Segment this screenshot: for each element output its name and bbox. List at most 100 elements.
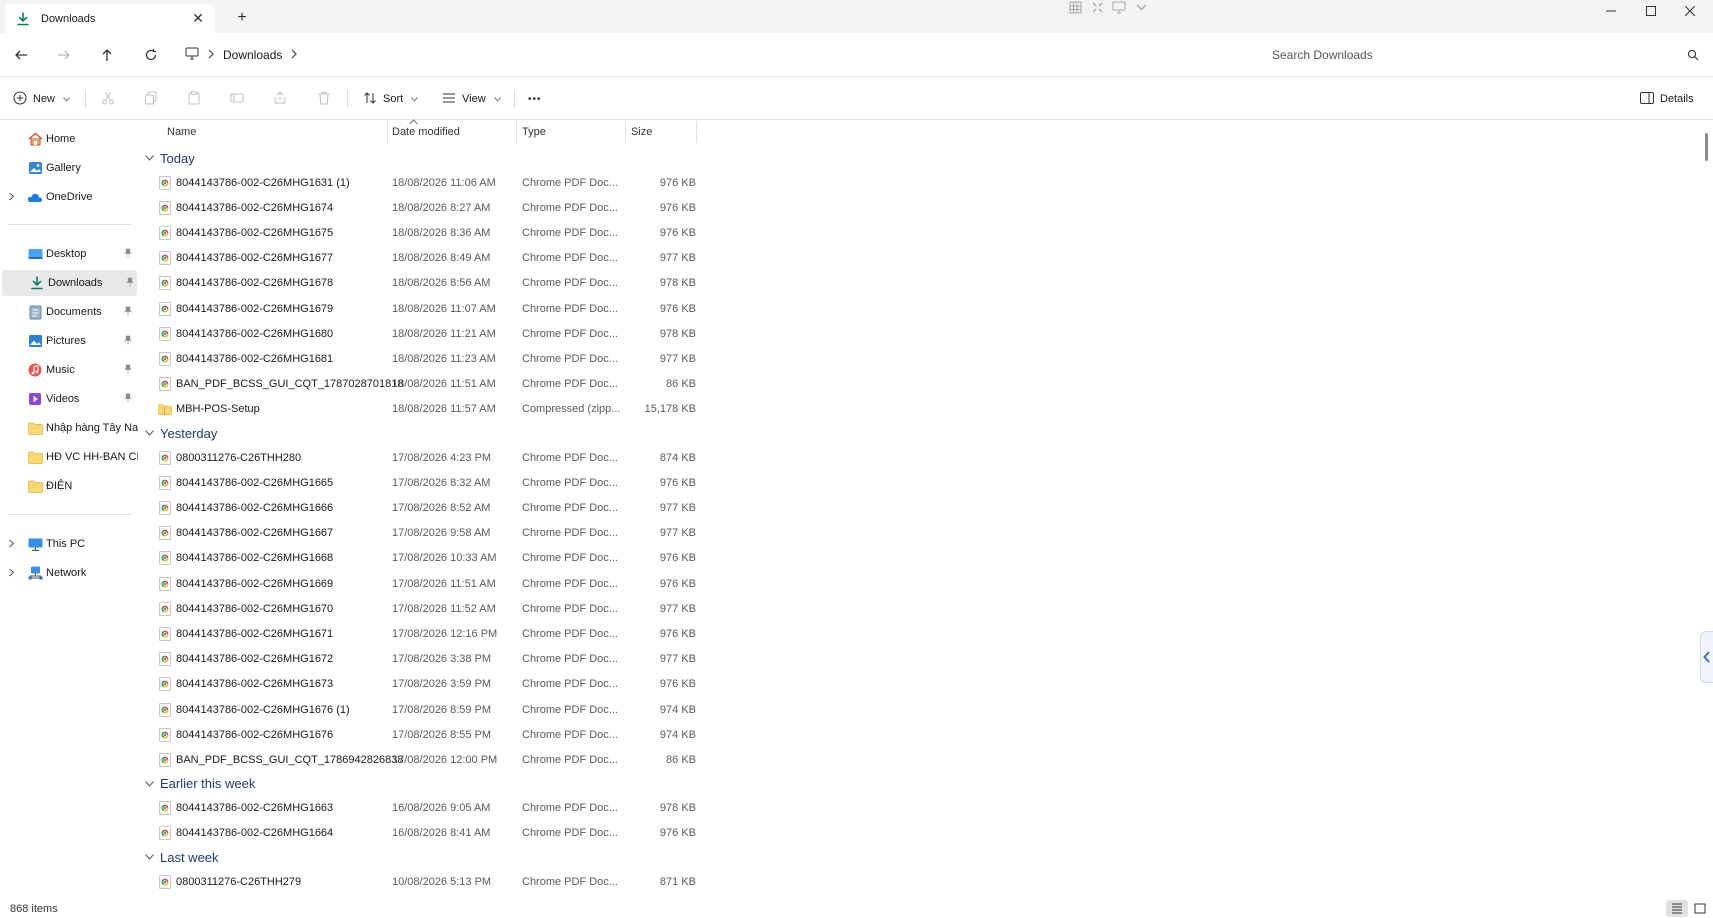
table-row[interactable]: 8044143786-002-C26MHG1663 16/08/2026 9:05… bbox=[141, 796, 701, 821]
table-row[interactable]: 8044143786-002-C26MHG1681 18/08/2026 11:2… bbox=[141, 346, 701, 371]
sidebar-item-network[interactable]: Network bbox=[0, 560, 138, 586]
sort-button[interactable]: Sort bbox=[363, 87, 419, 111]
table-row[interactable]: 8044143786-002-C26MHG1668 17/08/2026 10:3… bbox=[141, 546, 701, 571]
details-view-button[interactable] bbox=[1666, 900, 1688, 917]
table-row[interactable]: 8044143786-002-C26MHG1678 18/08/2026 8:56… bbox=[141, 271, 701, 296]
tiles-view-button[interactable] bbox=[1689, 900, 1711, 917]
sidebar-item-downloads[interactable]: Downloads bbox=[2, 270, 137, 296]
chevron-left-icon[interactable] bbox=[1700, 631, 1713, 683]
table-row[interactable]: 8044143786-002-C26MHG1680 18/08/2026 11:2… bbox=[141, 321, 701, 346]
table-row[interactable]: 8044143786-002-C26MHG1671 17/08/2026 12:1… bbox=[141, 621, 701, 646]
sidebar-item-home[interactable]: Home bbox=[0, 126, 138, 152]
file-size: 874 KB bbox=[659, 451, 696, 464]
new-button[interactable]: New bbox=[13, 87, 70, 111]
table-row[interactable]: 8044143786-002-C26MHG1674 18/08/2026 8:27… bbox=[141, 195, 701, 220]
file-date: 18/08/2026 11:21 AM bbox=[392, 327, 496, 340]
search-input[interactable]: Search Downloads bbox=[1259, 48, 1681, 62]
close-tab-icon[interactable]: ✕ bbox=[187, 8, 209, 30]
sidebar-item-dien[interactable]: ĐIỆN bbox=[0, 473, 138, 499]
chevron-down-icon[interactable] bbox=[1133, 0, 1149, 14]
table-row[interactable]: BAN_PDF_BCSS_GUI_CQT_1786942826838 17/08/… bbox=[141, 747, 701, 772]
table-row[interactable]: BAN_PDF_BCSS_GUI_CQT_1787028701818 18/08/… bbox=[141, 372, 701, 397]
details-pane-button[interactable]: Details bbox=[1640, 87, 1694, 111]
sidebar-item-desktop[interactable]: Desktop bbox=[0, 241, 138, 267]
desktop-folder-icon bbox=[27, 246, 43, 262]
refresh-button[interactable] bbox=[139, 43, 163, 67]
close-window-button[interactable] bbox=[1667, 0, 1713, 22]
table-row[interactable]: 8044143786-002-C26MHG1672 17/08/2026 3:38… bbox=[141, 647, 701, 672]
chevron-right-icon[interactable] bbox=[8, 539, 15, 550]
back-button[interactable] bbox=[9, 43, 33, 67]
monitor-icon[interactable] bbox=[1111, 0, 1127, 14]
file-type: Chrome PDF Doc... bbox=[522, 201, 618, 214]
chevron-right-icon[interactable] bbox=[8, 568, 15, 579]
breadcrumb-separator-icon[interactable] bbox=[290, 48, 298, 62]
sidebar-item-pictures[interactable]: Pictures bbox=[0, 328, 138, 354]
table-row[interactable]: 0800311276-C26THH279 10/08/2026 5:13 PM Ch… bbox=[141, 869, 701, 894]
share-button[interactable] bbox=[273, 87, 287, 111]
group-header-yesterday[interactable]: Yesterday bbox=[145, 422, 217, 444]
breadcrumb-item[interactable]: Downloads bbox=[223, 48, 282, 62]
sidebar-item-nhap-hang-tay-nam[interactable]: Nhập hàng Tây Nam bbox=[0, 415, 138, 441]
file-size: 978 KB bbox=[659, 327, 696, 340]
column-header-size[interactable]: Size bbox=[625, 121, 695, 143]
table-row[interactable]: 8044143786-002-C26MHG1667 17/08/2026 9:58… bbox=[141, 521, 701, 546]
delete-button[interactable] bbox=[317, 87, 331, 111]
collapse-icon[interactable] bbox=[1089, 0, 1105, 14]
paste-button[interactable] bbox=[187, 87, 201, 111]
file-date: 17/08/2026 9:58 AM bbox=[392, 527, 491, 540]
table-row[interactable]: MBH-POS-Setup 18/08/2026 11:57 AM Compress… bbox=[141, 397, 701, 422]
file-size: 976 KB bbox=[659, 577, 696, 590]
chevron-right-icon[interactable] bbox=[8, 192, 15, 203]
breadcrumb-separator-icon[interactable] bbox=[207, 48, 215, 62]
file-date: 17/08/2026 11:51 AM bbox=[392, 577, 496, 590]
column-header-name[interactable]: Name bbox=[161, 121, 371, 143]
table-row[interactable]: 8044143786-002-C26MHG1631 (1) 18/08/2026 … bbox=[141, 170, 701, 195]
group-header-today[interactable]: Today bbox=[145, 147, 195, 169]
table-row[interactable]: 8044143786-002-C26MHG1677 18/08/2026 8:49… bbox=[141, 246, 701, 271]
table-row[interactable]: 8044143786-002-C26MHG1675 18/08/2026 8:36… bbox=[141, 220, 701, 245]
table-row[interactable]: 8044143786-002-C26MHG1664 16/08/2026 8:41… bbox=[141, 821, 701, 846]
table-row[interactable]: 0800311276-C26THH280 17/08/2026 4:23 PM Ch… bbox=[141, 445, 701, 470]
grid-icon[interactable] bbox=[1067, 0, 1083, 14]
more-options-button[interactable]: ••• bbox=[528, 87, 542, 111]
sidebar-item-documents[interactable]: Documents bbox=[0, 299, 138, 325]
new-tab-button[interactable]: + bbox=[232, 8, 252, 28]
column-header-type[interactable]: Type bbox=[516, 121, 616, 143]
copy-icon bbox=[144, 91, 158, 108]
file-size: 978 KB bbox=[659, 802, 696, 815]
cut-button[interactable] bbox=[101, 87, 115, 111]
table-row[interactable]: 8044143786-002-C26MHG1679 18/08/2026 11:0… bbox=[141, 296, 701, 321]
column-header-date[interactable]: Date modified bbox=[386, 121, 506, 143]
sidebar-item-onedrive[interactable]: OneDrive bbox=[0, 184, 138, 210]
table-row[interactable]: 8044143786-002-C26MHG1670 17/08/2026 11:5… bbox=[141, 596, 701, 621]
sidebar-item-music[interactable]: Music bbox=[0, 357, 138, 383]
rename-icon bbox=[230, 91, 244, 108]
view-button[interactable]: View bbox=[442, 87, 501, 111]
file-name: 0800311276-C26THH280 bbox=[176, 451, 302, 464]
copy-button[interactable] bbox=[144, 87, 158, 111]
chrome-pdf-icon bbox=[158, 200, 172, 215]
table-row[interactable]: 8044143786-002-C26MHG1666 17/08/2026 8:52… bbox=[141, 495, 701, 520]
rename-button[interactable] bbox=[230, 87, 244, 111]
table-row[interactable]: 8044143786-002-C26MHG1669 17/08/2026 11:5… bbox=[141, 571, 701, 596]
file-date: 18/08/2026 11:07 AM bbox=[392, 302, 496, 315]
sidebar-item-gallery[interactable]: Gallery bbox=[0, 155, 138, 181]
group-header-last-week[interactable]: Last week bbox=[145, 846, 219, 868]
search-box[interactable]: Search Downloads bbox=[1259, 41, 1705, 69]
monitor-icon[interactable] bbox=[185, 47, 199, 63]
column-divider[interactable] bbox=[696, 121, 697, 143]
sidebar-item-videos[interactable]: Videos bbox=[0, 386, 138, 412]
table-row[interactable]: 8044143786-002-C26MHG1676 17/08/2026 8:55… bbox=[141, 722, 701, 747]
table-row[interactable]: 8044143786-002-C26MHG1676 (1) 17/08/2026 … bbox=[141, 697, 701, 722]
sidebar-item-this-pc[interactable]: This PC bbox=[0, 531, 138, 557]
table-row[interactable]: 8044143786-002-C26MHG1673 17/08/2026 3:59… bbox=[141, 672, 701, 697]
scissors-icon bbox=[101, 91, 115, 108]
vertical-scrollbar[interactable] bbox=[1705, 133, 1708, 161]
group-header-earlier-this-week[interactable]: Earlier this week bbox=[145, 773, 255, 795]
sidebar-item-hd-vc-hh-ban-chi[interactable]: HĐ VC HH-BAN CHỈ bbox=[0, 444, 138, 470]
table-row[interactable]: 8044143786-002-C26MHG1665 17/08/2026 8:32… bbox=[141, 470, 701, 495]
forward-button[interactable] bbox=[52, 43, 76, 67]
up-button[interactable] bbox=[95, 43, 119, 67]
tab-downloads[interactable]: Downloads ✕ bbox=[5, 4, 215, 33]
